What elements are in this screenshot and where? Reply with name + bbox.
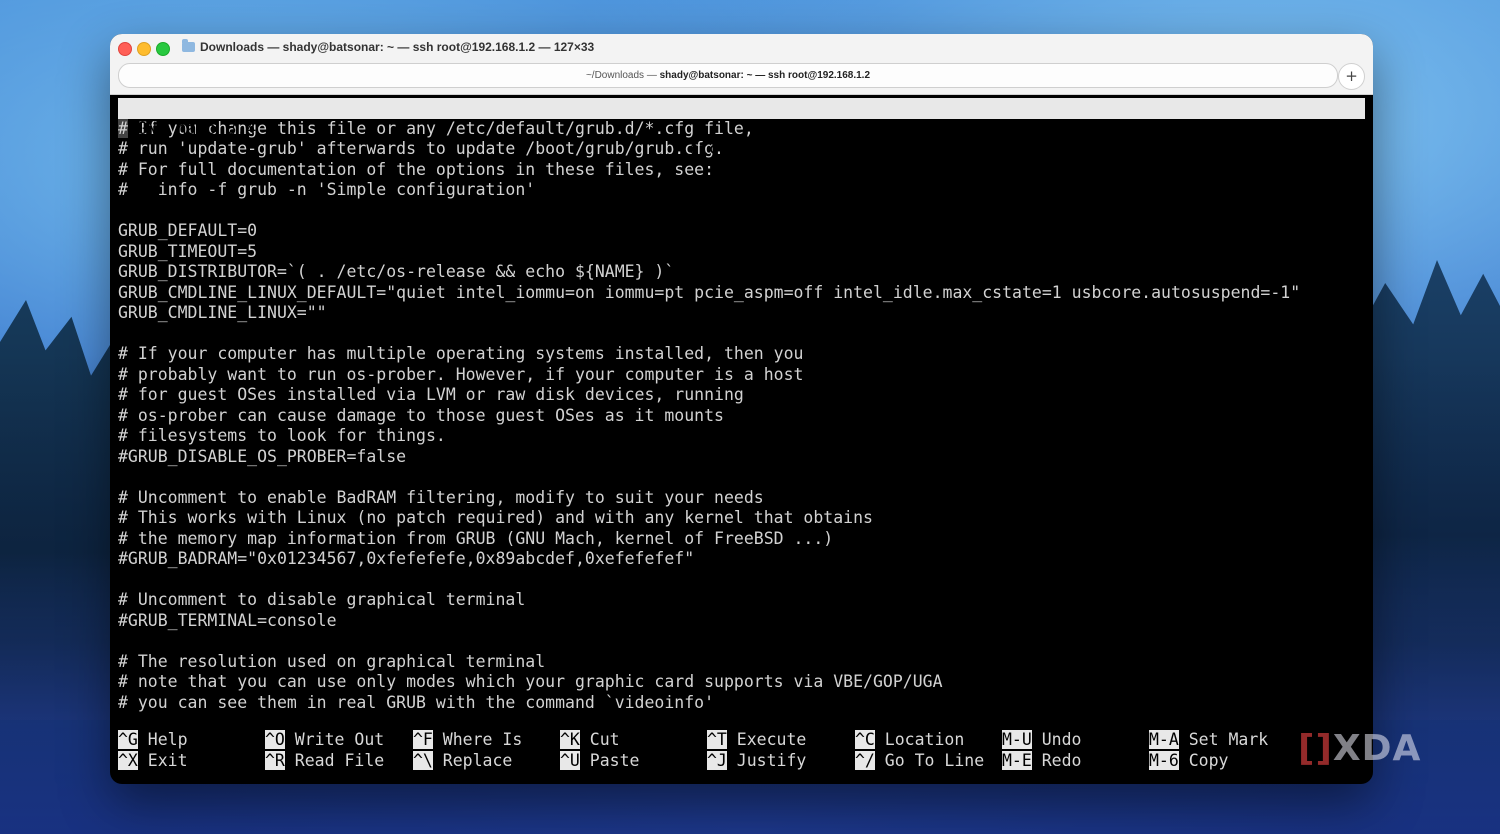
shortcut-read-file[interactable]: ^R Read File: [265, 750, 385, 772]
shortcut-label: Read File: [284, 750, 385, 770]
shortcut-redo[interactable]: M-E Redo: [1002, 750, 1082, 772]
editor-line[interactable]: # For full documentation of the options …: [118, 160, 1365, 181]
editor-line[interactable]: # If your computer has multiple operatin…: [118, 344, 1365, 365]
shortcut-label: Justify: [726, 750, 807, 770]
editor-line[interactable]: GRUB_CMDLINE_LINUX="": [118, 303, 1365, 324]
shortcut-key: ^U: [560, 750, 580, 770]
shortcut-where-is[interactable]: ^F Where Is: [413, 730, 522, 751]
shortcut-key: M-6: [1149, 750, 1179, 770]
shortcut-label: Replace: [432, 750, 513, 770]
shortcut-label: Set Mark: [1178, 730, 1269, 749]
editor-line[interactable]: # note that you can use only modes which…: [118, 672, 1365, 693]
file-content[interactable]: # If you change this file or any /etc/de…: [118, 118, 1365, 714]
editor-line[interactable]: [118, 201, 1365, 222]
editor-line[interactable]: [118, 570, 1365, 591]
shortcut-execute[interactable]: ^T Execute: [707, 730, 806, 751]
file-name: /etc/default/grub: [679, 139, 848, 158]
editor-line[interactable]: # you can see them in real GRUB with the…: [118, 693, 1365, 714]
shortcut-key: ^\: [413, 750, 433, 770]
editor-line[interactable]: # The resolution used on graphical termi…: [118, 652, 1365, 673]
shortcut-undo[interactable]: M-U Undo: [1002, 730, 1081, 751]
shortcut-key: ^X: [118, 750, 138, 770]
editor-line[interactable]: # info -f grub -n 'Simple configuration': [118, 180, 1365, 201]
editor-line[interactable]: [118, 324, 1365, 345]
shortcut-key: ^K: [560, 730, 580, 749]
shortcut-key: ^G: [118, 730, 138, 749]
window-title: Downloads — shady@batsonar: ~ — ssh root…: [200, 40, 595, 54]
shortcut-write-out[interactable]: ^O Write Out: [265, 730, 384, 751]
shortcut-exit[interactable]: ^X Exit: [118, 750, 188, 772]
editor-line[interactable]: # the memory map information from GRUB (…: [118, 529, 1365, 550]
shortcut-copy[interactable]: M-6 Copy: [1149, 750, 1229, 772]
editor-line[interactable]: #GRUB_TERMINAL=console: [118, 611, 1365, 632]
shortcut-label: Copy: [1178, 750, 1229, 770]
editor-line[interactable]: # Uncomment to enable BadRAM filtering, …: [118, 488, 1365, 509]
shortcut-set-mark[interactable]: M-A Set Mark: [1149, 730, 1268, 751]
shortcut-key: ^J: [707, 750, 727, 770]
shortcut-justify[interactable]: ^J Justify: [707, 750, 807, 772]
shortcut-label: Go To Line: [874, 750, 985, 770]
shortcut-key: ^O: [265, 730, 285, 749]
shortcut-label: Where Is: [432, 730, 523, 749]
terminal-content[interactable]: GNU nano 8.4 /etc/default/grub # If you …: [118, 98, 1365, 784]
shortcut-help[interactable]: ^G Help: [118, 730, 188, 751]
editor-line[interactable]: [118, 467, 1365, 488]
shortcut-key: M-U: [1002, 730, 1032, 749]
shortcut-key: M-E: [1002, 750, 1032, 770]
shortcut-paste[interactable]: ^U Paste: [560, 750, 640, 772]
nano-version: GNU nano 8.4: [137, 118, 257, 138]
shortcut-label: Execute: [726, 730, 807, 749]
shortcut-row-2: ^X Exit ^R Read File ^\ Replace ^U Paste ^J …: [118, 750, 1373, 772]
zoom-button[interactable]: [156, 42, 170, 56]
shortcut-replace[interactable]: ^\ Replace: [413, 750, 513, 772]
shortcut-key: ^R: [265, 750, 285, 770]
editor-line[interactable]: GRUB_DEFAULT=0: [118, 221, 1365, 242]
shortcut-bar: ^G Help ^O Write Out ^F Where Is ^K Cut ^T E…: [118, 730, 1373, 771]
editor-line[interactable]: [118, 631, 1365, 652]
shortcut-row-1: ^G Help ^O Write Out ^F Where Is ^K Cut ^T E…: [118, 730, 1373, 751]
folder-icon: [182, 39, 195, 52]
editor-line[interactable]: GRUB_DISTRIBUTOR=`( . /etc/os-release &&…: [118, 262, 1365, 283]
shortcut-key: ^/: [855, 750, 875, 770]
shortcut-label: Help: [137, 730, 188, 749]
tab-path: ~/Downloads —: [585, 70, 660, 81]
shortcut-key: M-A: [1149, 730, 1179, 749]
editor-line[interactable]: # Uncomment to disable graphical termina…: [118, 590, 1365, 611]
shortcut-location[interactable]: ^C Location: [855, 730, 964, 751]
shortcut-cut[interactable]: ^K Cut: [560, 730, 620, 751]
shortcut-label: Redo: [1031, 750, 1082, 770]
tab-label: shady@batsonar: ~ — ssh root@192.168.1.2: [659, 70, 871, 81]
minimize-button[interactable]: [137, 42, 151, 56]
editor-line[interactable]: # probably want to run os-prober. Howeve…: [118, 365, 1365, 386]
shortcut-key: ^T: [707, 730, 727, 749]
new-tab-button[interactable]: +: [1338, 63, 1365, 90]
shortcut-key: ^F: [413, 730, 433, 749]
shortcut-label: Undo: [1031, 730, 1082, 749]
shortcut-label: Write Out: [284, 730, 385, 749]
shortcut-label: Exit: [137, 750, 188, 770]
editor-line[interactable]: # If you change this file or any /etc/de…: [118, 118, 1365, 140]
shortcut-label: Location: [874, 730, 965, 749]
shortcut-key: ^C: [855, 730, 875, 749]
xda-logo-text: XDA: [1332, 728, 1422, 769]
title-bar: Downloads — shady@batsonar: ~ — ssh root…: [110, 34, 1373, 95]
close-button[interactable]: [118, 42, 132, 56]
shortcut-label: Cut: [579, 730, 620, 749]
editor-line[interactable]: # filesystems to look for things.: [118, 426, 1365, 447]
editor-line[interactable]: # This works with Linux (no patch requir…: [118, 508, 1365, 529]
xda-logo: []XDA: [1298, 728, 1422, 769]
tab-ssh-session[interactable]: ~/Downloads — shady@batsonar: ~ — ssh ro…: [118, 63, 1338, 88]
editor-line[interactable]: GRUB_TIMEOUT=5: [118, 242, 1365, 263]
shortcut-label: Paste: [579, 750, 640, 770]
editor-line[interactable]: # os-prober can cause damage to those gu…: [118, 406, 1365, 427]
nano-title-bar: GNU nano 8.4 /etc/default/grub: [118, 98, 1365, 158]
editor-line[interactable]: #GRUB_DISABLE_OS_PROBER=false: [118, 447, 1365, 468]
editor-line[interactable]: #GRUB_BADRAM="0x01234567,0xfefefefe,0x89…: [118, 549, 1365, 570]
editor-line[interactable]: # for guest OSes installed via LVM or ra…: [118, 385, 1365, 406]
editor-line[interactable]: GRUB_CMDLINE_LINUX_DEFAULT="quiet intel_…: [118, 283, 1365, 304]
shortcut-go-to-line[interactable]: ^/ Go To Line: [855, 750, 985, 772]
terminal-window: Downloads — shady@batsonar: ~ — ssh root…: [110, 34, 1373, 784]
